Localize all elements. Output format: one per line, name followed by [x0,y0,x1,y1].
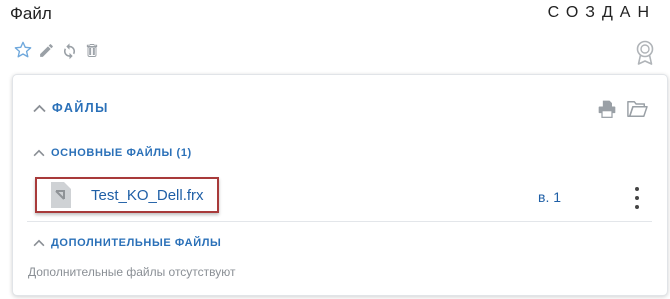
trash-icon[interactable] [81,39,103,61]
divider [27,221,652,222]
files-card: Файлы Основные файлы (1) Test_KO_Dell.fr… [12,74,668,296]
file-version-link[interactable]: в. 1 [538,189,561,205]
star-icon[interactable] [12,39,34,61]
page-title: Файл [10,4,52,23]
main-files-header[interactable]: Основные файлы (1) [33,147,192,159]
print-icon[interactable] [595,97,619,121]
chevron-up-icon [33,104,46,112]
extra-files-empty-text: Дополнительные файлы отсутствуют [28,265,236,279]
extra-files-header[interactable]: Дополнительные файлы [33,237,221,249]
extra-files-label: Дополнительные файлы [51,237,222,249]
document-icon [51,182,71,208]
files-section-actions [589,97,649,121]
chevron-up-icon [33,239,45,247]
award-icon[interactable] [634,40,656,66]
kebab-menu-icon[interactable] [631,187,643,209]
chevron-up-icon [33,149,45,157]
file-name-link[interactable]: Test_KO_Dell.frx [91,187,204,204]
refresh-icon[interactable] [58,39,80,61]
main-files-label: Основные файлы (1) [51,147,192,159]
pencil-icon[interactable] [35,39,57,61]
file-item[interactable]: Test_KO_Dell.frx [35,177,219,213]
files-section-header[interactable]: Файлы [33,101,109,115]
files-section-label: Файлы [52,101,109,115]
status-label: СОЗДАН [547,4,656,21]
toolbar [12,38,104,62]
folder-open-icon[interactable] [625,97,649,121]
